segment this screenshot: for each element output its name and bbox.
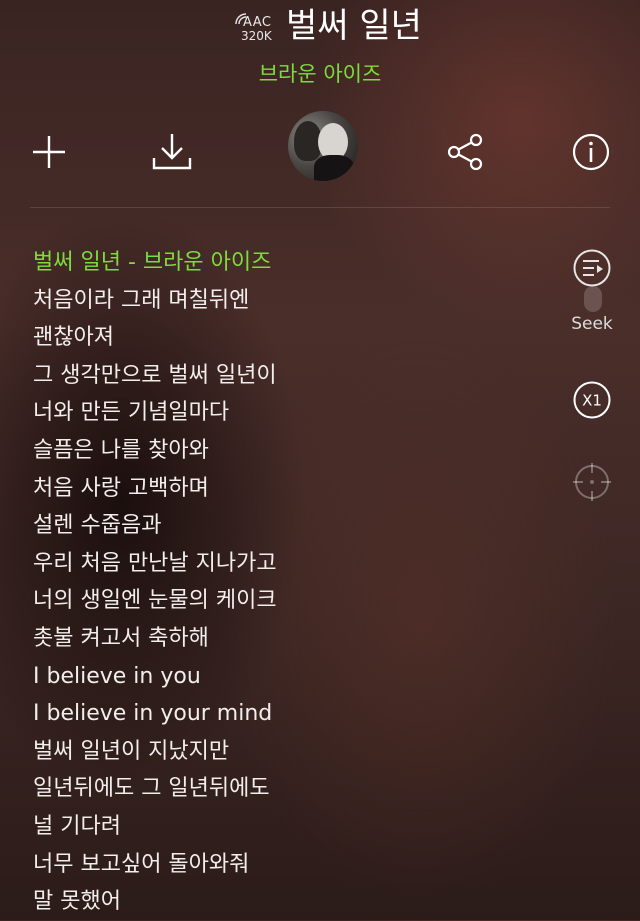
lyric-line[interactable]: 말 못했어 <box>33 883 553 921</box>
lyric-line[interactable]: 슬픔은 나를 찾아와 <box>33 432 553 470</box>
download-icon <box>152 134 192 170</box>
info-icon <box>572 133 610 171</box>
info-button[interactable] <box>567 128 615 176</box>
add-button[interactable] <box>25 128 73 176</box>
seek-lyrics-icon <box>573 249 611 287</box>
locate-current-line-button[interactable] <box>572 462 612 502</box>
lyric-line-current[interactable]: 벌써 일년 - 브라운 아이즈 <box>33 244 553 282</box>
lyric-line[interactable]: 처음이라 그래 며칠뒤엔 <box>33 282 553 320</box>
song-title: 벌써 일년 <box>286 6 422 46</box>
lyric-line[interactable]: 일년뒤에도 그 일년뒤에도 <box>33 770 553 808</box>
lyric-line[interactable]: 너의 생일엔 눈물의 케이크 <box>33 582 553 620</box>
lyric-line[interactable]: 너무 보고싶어 돌아와줘 <box>33 846 553 884</box>
speed-icon: X1 <box>573 381 611 419</box>
album-art[interactable] <box>288 111 358 181</box>
speed-label: X1 <box>582 392 602 410</box>
download-button[interactable] <box>148 128 196 176</box>
lyric-line[interactable]: 촛불 켜고서 축하해 <box>33 620 553 658</box>
crosshair-icon <box>573 463 611 501</box>
seek-label: Seek <box>571 314 613 334</box>
lyric-line[interactable]: 벌써 일년이 지났지만 <box>33 733 553 771</box>
lyrics-seek-button[interactable] <box>572 248 612 288</box>
lyric-line[interactable]: I believe in your mind <box>33 695 553 733</box>
share-icon <box>447 133 483 171</box>
seek-toggle[interactable] <box>584 286 602 312</box>
lyric-line[interactable]: 그 생각만으로 벌써 일년이 <box>33 357 553 395</box>
lyric-line[interactable]: I believe in you <box>33 658 553 696</box>
lyric-line[interactable]: 널 기다려 <box>33 808 553 846</box>
quality-bitrate: 320K <box>241 29 272 43</box>
add-icon <box>33 136 65 168</box>
lyric-line[interactable]: 우리 처음 만난날 지나가고 <box>33 545 553 583</box>
player-toolbar <box>0 110 640 200</box>
lyric-line[interactable]: 괜찮아져 <box>33 319 553 357</box>
audio-quality-badge: AAC 320K <box>234 10 276 44</box>
lyrics-list[interactable]: 벌써 일년 - 브라운 아이즈 처음이라 그래 며칠뒤엔 괜찮아져 그 생각만으… <box>33 244 553 921</box>
quality-codec: AAC <box>243 15 272 30</box>
artist-name[interactable]: 브라운 아이즈 <box>0 58 640 88</box>
lyric-line[interactable]: 설렌 수줍음과 <box>33 507 553 545</box>
share-button[interactable] <box>441 128 489 176</box>
player-header: AAC 320K 벌써 일년 브라운 아이즈 <box>0 0 640 100</box>
divider <box>30 207 610 208</box>
lyric-line[interactable]: 너와 만든 기념일마다 <box>33 394 553 432</box>
speed-button[interactable]: X1 <box>572 380 612 420</box>
lyric-line[interactable]: 처음 사랑 고백하며 <box>33 470 553 508</box>
